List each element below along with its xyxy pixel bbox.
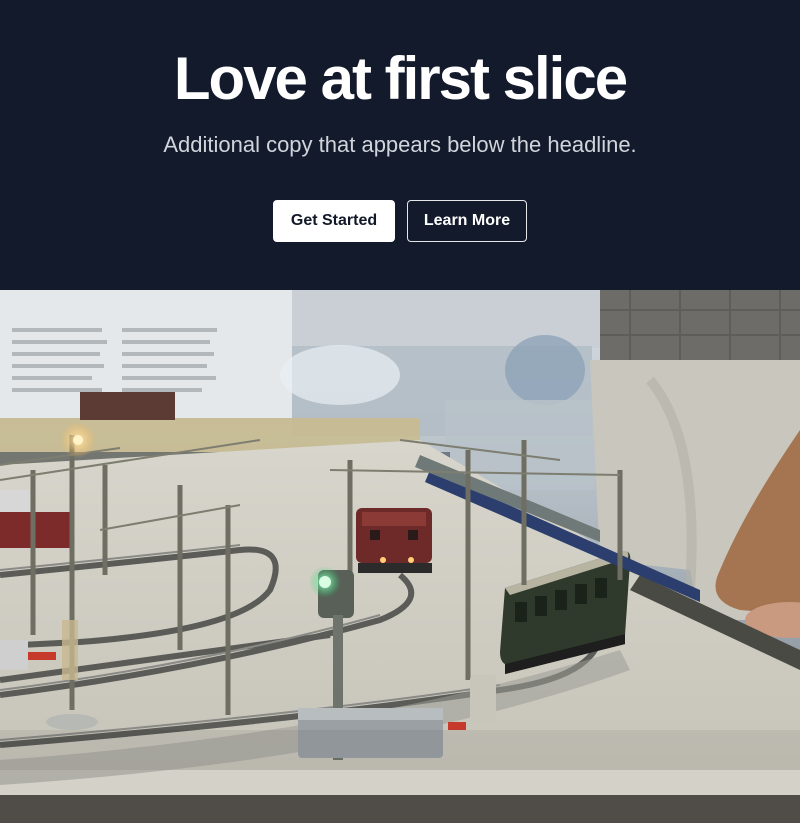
hero-actions: Get Started Learn More — [0, 200, 800, 242]
model-railway-illustration — [0, 290, 800, 823]
red-locomotive — [356, 508, 432, 573]
hero-section: Love at first slice Additional copy that… — [0, 0, 800, 290]
learn-more-button[interactable]: Learn More — [407, 200, 527, 242]
subheadline: Additional copy that appears below the h… — [163, 132, 637, 157]
hero-image — [0, 290, 800, 823]
headline: Love at first slice — [173, 45, 628, 112]
get-started-button[interactable]: Get Started — [273, 200, 395, 242]
